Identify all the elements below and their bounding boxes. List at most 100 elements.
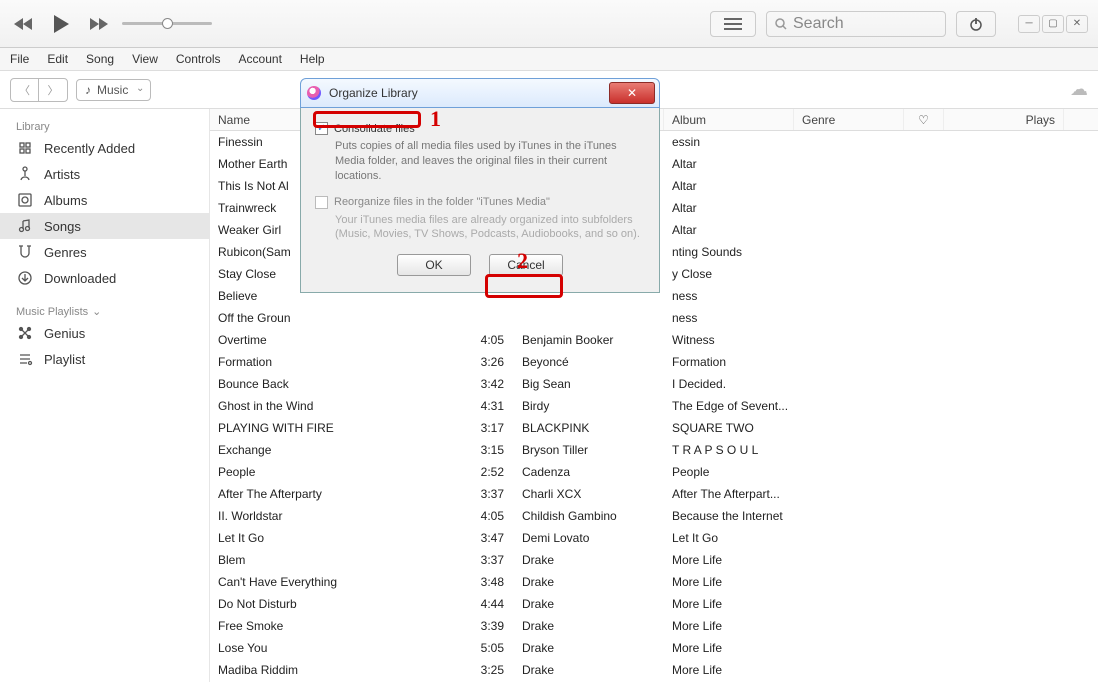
organize-library-dialog: Organize Library ✕ ✓ Consolidate files P…	[300, 78, 660, 293]
sidebar-item-label: Recently Added	[44, 141, 135, 156]
dialog-titlebar[interactable]: Organize Library ✕	[300, 78, 660, 108]
cell-time: 3:26	[470, 351, 514, 373]
cell-name: Can't Have Everything	[210, 571, 470, 593]
media-picker[interactable]: ♪ Music	[76, 79, 151, 101]
col-genre[interactable]: Genre	[794, 109, 904, 130]
sidebar-item-songs[interactable]: Songs	[0, 213, 209, 239]
sidebar-item-label: Artists	[44, 167, 80, 182]
sidebar-item-genius[interactable]: Genius	[0, 320, 209, 346]
table-row[interactable]: Free Smoke3:39DrakeMore Life	[210, 615, 1098, 637]
cell-time: 4:31	[470, 395, 514, 417]
previous-button[interactable]	[10, 10, 38, 38]
cell-artist: Demi Lovato	[514, 527, 664, 549]
cell-genre	[794, 593, 904, 615]
cell-artist: Charli XCX	[514, 483, 664, 505]
cell-time: 3:39	[470, 615, 514, 637]
table-row[interactable]: People2:52CadenzaPeople	[210, 461, 1098, 483]
cell-album: After The Afterpart...	[664, 483, 794, 505]
menu-account[interactable]: Account	[239, 52, 282, 66]
next-button[interactable]	[84, 10, 112, 38]
cell-love	[904, 439, 944, 461]
table-row[interactable]: Lose You5:05DrakeMore Life	[210, 637, 1098, 659]
cell-love	[904, 395, 944, 417]
table-row[interactable]: Do Not Disturb4:44DrakeMore Life	[210, 593, 1098, 615]
table-row[interactable]: After The Afterparty3:37Charli XCXAfter …	[210, 483, 1098, 505]
menu-view[interactable]: View	[132, 52, 158, 66]
cell-genre	[794, 461, 904, 483]
cell-artist: Big Sean	[514, 373, 664, 395]
sidebar-item-genres[interactable]: Genres	[0, 239, 209, 265]
cell-plays	[944, 131, 1064, 153]
cell-album: essin	[664, 131, 794, 153]
cell-plays	[944, 175, 1064, 197]
cell-plays	[944, 373, 1064, 395]
search-input[interactable]: Search	[766, 11, 946, 37]
ok-button[interactable]: OK	[397, 254, 471, 276]
cell-genre	[794, 329, 904, 351]
table-row[interactable]: Formation3:26BeyoncéFormation	[210, 351, 1098, 373]
play-button[interactable]	[44, 7, 78, 41]
cell-artist: Drake	[514, 637, 664, 659]
consolidate-files-option[interactable]: ✓ Consolidate files	[315, 122, 645, 135]
checkbox-checked-icon[interactable]: ✓	[315, 122, 328, 135]
sidebar-item-playlist[interactable]: Playlist	[0, 346, 209, 372]
cloud-icon[interactable]: ☁	[1070, 79, 1088, 100]
minimize-button[interactable]: ─	[1018, 15, 1040, 33]
power-button[interactable]	[956, 11, 996, 37]
volume-slider[interactable]	[122, 22, 212, 25]
recent-icon	[16, 140, 34, 156]
sidebar-item-albums[interactable]: Albums	[0, 187, 209, 213]
cell-plays	[944, 241, 1064, 263]
cell-love	[904, 593, 944, 615]
cell-time: 4:44	[470, 593, 514, 615]
menu-help[interactable]: Help	[300, 52, 325, 66]
cell-love	[904, 637, 944, 659]
table-row[interactable]: Exchange3:15Bryson TillerT R A P S O U L	[210, 439, 1098, 461]
table-row[interactable]: PLAYING WITH FIRE3:17BLACKPINKSQUARE TWO	[210, 417, 1098, 439]
table-row[interactable]: Can't Have Everything3:48DrakeMore Life	[210, 571, 1098, 593]
menu-edit[interactable]: Edit	[47, 52, 68, 66]
table-row[interactable]: Madiba Riddim3:25DrakeMore Life	[210, 659, 1098, 681]
menu-controls[interactable]: Controls	[176, 52, 221, 66]
col-plays[interactable]: Plays	[944, 109, 1064, 130]
cell-love	[904, 241, 944, 263]
sidebar-item-label: Genres	[44, 245, 87, 260]
table-row[interactable]: Off the Grounness	[210, 307, 1098, 329]
table-row[interactable]: Let It Go3:47Demi LovatoLet It Go	[210, 527, 1098, 549]
cell-genre	[794, 615, 904, 637]
list-view-button[interactable]	[710, 11, 756, 37]
cell-name: Blem	[210, 549, 470, 571]
menu-file[interactable]: File	[10, 52, 29, 66]
cell-plays	[944, 263, 1064, 285]
menu-song[interactable]: Song	[86, 52, 114, 66]
reorganize-files-label: Reorganize files in the folder "iTunes M…	[334, 196, 550, 208]
sidebar-header-playlists[interactable]: Music Playlists⌄	[0, 291, 209, 320]
cell-album: I Decided.	[664, 373, 794, 395]
close-button[interactable]: ✕	[1066, 15, 1088, 33]
cell-name: After The Afterparty	[210, 483, 470, 505]
cell-love	[904, 505, 944, 527]
cell-album: More Life	[664, 593, 794, 615]
cell-album: ness	[664, 307, 794, 329]
nav-back-button[interactable]: 〈	[11, 79, 39, 101]
table-row[interactable]: II. Worldstar4:05Childish GambinoBecause…	[210, 505, 1098, 527]
nav-forward-button[interactable]: 〉	[39, 79, 67, 101]
dialog-close-button[interactable]: ✕	[609, 82, 655, 104]
col-love[interactable]: ♡	[904, 109, 944, 130]
table-row[interactable]: Bounce Back3:42Big SeanI Decided.	[210, 373, 1098, 395]
cell-genre	[794, 439, 904, 461]
cell-love	[904, 131, 944, 153]
cell-genre	[794, 131, 904, 153]
artist-icon	[16, 166, 34, 182]
sidebar-item-recently-added[interactable]: Recently Added	[0, 135, 209, 161]
cell-love	[904, 483, 944, 505]
cell-genre	[794, 483, 904, 505]
cell-time: 2:52	[470, 461, 514, 483]
maximize-button[interactable]: ▢	[1042, 15, 1064, 33]
sidebar-item-downloaded[interactable]: Downloaded	[0, 265, 209, 291]
col-album[interactable]: Album	[664, 109, 794, 130]
table-row[interactable]: Overtime4:05Benjamin BookerWitness	[210, 329, 1098, 351]
table-row[interactable]: Ghost in the Wind4:31BirdyThe Edge of Se…	[210, 395, 1098, 417]
table-row[interactable]: Blem3:37DrakeMore Life	[210, 549, 1098, 571]
sidebar-item-artists[interactable]: Artists	[0, 161, 209, 187]
